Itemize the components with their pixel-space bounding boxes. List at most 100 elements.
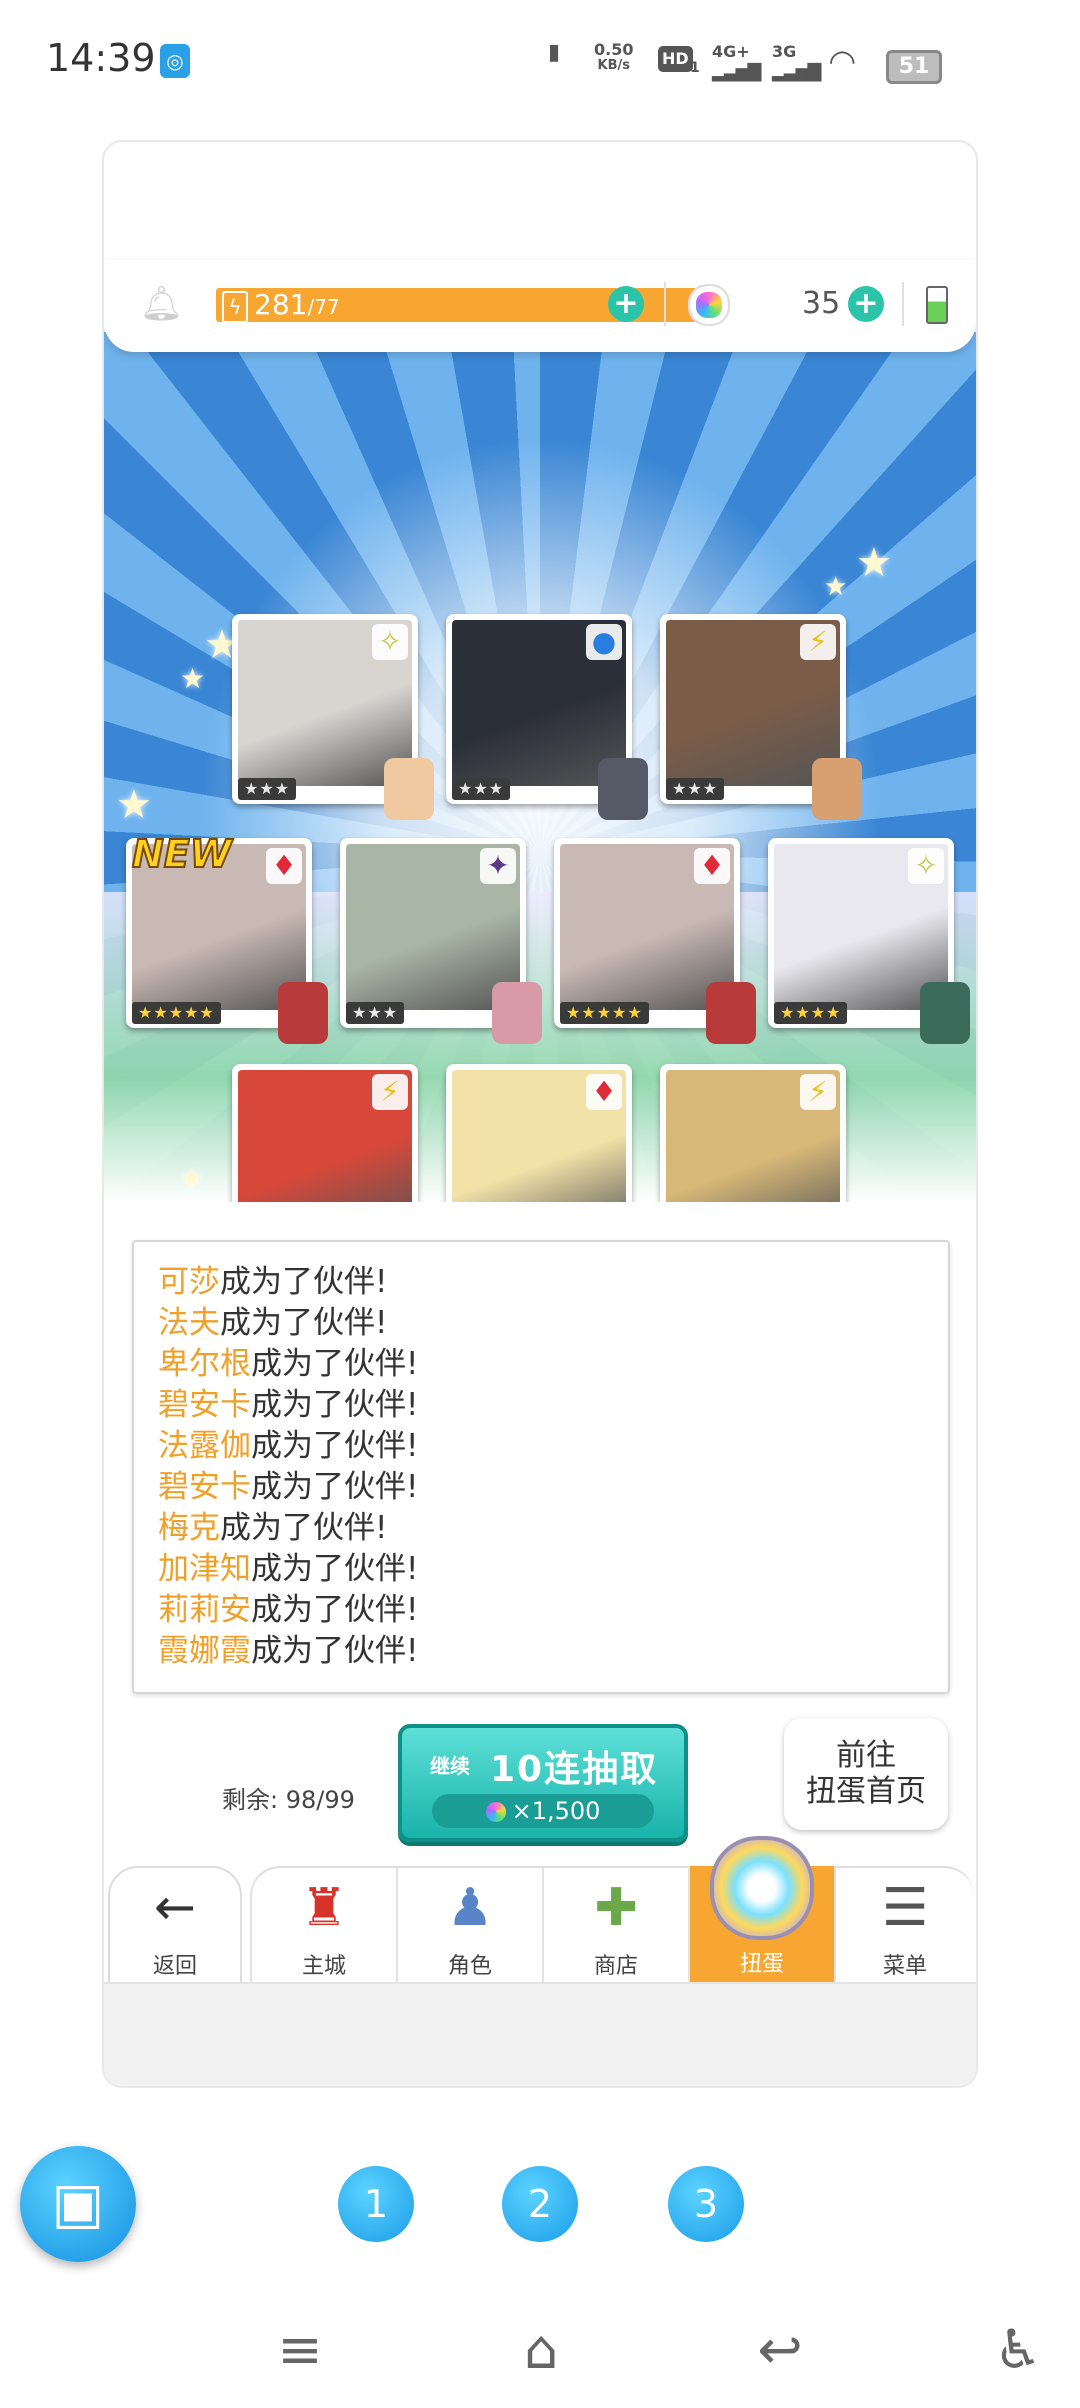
floating-cube-button[interactable]: ▣ <box>20 2146 136 2262</box>
add-stamina-button[interactable]: + <box>608 286 644 322</box>
nav-item-gacha[interactable]: 扭蛋 <box>688 1836 834 1986</box>
element-badge-icon: ♦ <box>586 1074 622 1110</box>
rainbow-gem-icon <box>688 284 730 326</box>
remaining-count: 剩余: 98/99 <box>222 1786 355 1814</box>
pull-cost: ×1,500 <box>432 1794 654 1828</box>
result-card[interactable]: ♦ ★★★★★ <box>554 838 756 1044</box>
frame-bottom-bar <box>104 1982 976 2086</box>
result-card[interactable]: ⚡ ★★★ <box>232 1064 418 1202</box>
back-button[interactable]: ← 返回 <box>108 1866 242 1990</box>
status-bar: 14:39 ◎ ▮ 0.50 KB/s HD 1 4G+ ▂▃▅▇ 3G ▂▃▅… <box>0 0 1080 120</box>
character-sprite <box>920 982 970 1044</box>
element-badge-icon: ✧ <box>372 624 408 660</box>
net-speed: 0.50 KB/s <box>594 40 634 74</box>
sparkle-star-icon: ★ <box>180 1164 204 1194</box>
result-log: 可莎成为了伙伴! 法夫成为了伙伴! 卑尔根成为了伙伴! 碧安卡成为了伙伴! 法露… <box>132 1240 950 1694</box>
wifi-icon: ◠ <box>830 42 855 80</box>
character-sprite <box>812 758 862 820</box>
nav-item-character[interactable]: ♟ 角色 <box>396 1866 542 1988</box>
element-badge-icon: ♦ <box>266 848 302 884</box>
result-card[interactable]: ⚡ ★★★★ <box>660 1064 846 1202</box>
accessibility-icon[interactable]: ♿︎ <box>988 2318 1048 2381</box>
log-entry: 法露伽成为了伙伴! <box>158 1428 419 1464</box>
element-badge-icon: ✦ <box>480 848 516 884</box>
log-entry: 梅克成为了伙伴! <box>158 1510 388 1546</box>
stamina-value: 281 <box>254 288 308 321</box>
menu-list-icon: ☰ <box>881 1878 929 1938</box>
gem-count: 35 <box>802 286 841 321</box>
character-sprite <box>278 982 328 1044</box>
signal-4g-icon: 4G+ ▂▃▅▇ <box>712 42 761 82</box>
page-button-3[interactable]: 3 <box>668 2166 744 2242</box>
nav-item-menu[interactable]: ☰ 菜单 <box>834 1866 974 1988</box>
element-badge-icon: ⚡ <box>800 1074 836 1110</box>
battery-icon: 51 <box>886 50 942 84</box>
result-card[interactable]: ♦ ★★★★★ NEW <box>126 831 328 1044</box>
recent-apps-icon[interactable]: ≡ <box>270 2318 330 2381</box>
nav-item-main-city[interactable]: ♜ 主城 <box>250 1866 396 1988</box>
back-arrow-icon: ← <box>154 1878 196 1936</box>
continue-label: 继续 <box>430 1754 470 1778</box>
rarity-stars: ★★★ <box>452 778 511 800</box>
rarity-stars: ★★★★★ <box>560 1002 649 1024</box>
character-sprite <box>384 758 434 820</box>
rarity-stars: ★★★★ <box>774 1002 848 1024</box>
result-card[interactable]: ✦ ★★★ <box>340 838 542 1044</box>
sparkle-star-icon: ★ <box>824 572 848 602</box>
log-entry: 碧安卡成为了伙伴! <box>158 1469 419 1505</box>
vibrate-icon: ▮ <box>548 40 561 65</box>
gacha-result-stage: ★ ★ ★ ★ ★ ★ ✧ ★★★ ● ★★★ ⚡ ★★★ ♦ ★★★★★ NE… <box>104 332 976 1202</box>
rarity-stars: ★★★ <box>238 778 297 800</box>
character-sprite <box>492 982 542 1044</box>
goto-gacha-home-button[interactable]: 前往 扭蛋首页 <box>784 1718 948 1830</box>
character-sprite <box>706 982 756 1044</box>
element-badge-icon: ♦ <box>694 848 730 884</box>
app-logo-icon: ◎ <box>160 44 190 78</box>
log-entry: 莉莉安成为了伙伴! <box>158 1592 419 1628</box>
element-badge-icon: ● <box>586 624 622 660</box>
nav-item-shop[interactable]: ✚ 商店 <box>542 1866 688 1988</box>
element-badge-icon: ✧ <box>908 848 944 884</box>
sparkle-star-icon: ★ <box>856 540 892 586</box>
new-tag: NEW <box>131 831 233 877</box>
device-battery-icon <box>926 286 948 324</box>
element-badge-icon: ⚡ <box>372 1074 408 1110</box>
bottom-nav: ← 返回 ♜ 主城 ♟ 角色 ✚ 商店 扭蛋 ☰ 菜单 <box>104 1836 976 1990</box>
result-card[interactable]: ✧ ★★★ <box>232 614 434 820</box>
result-card[interactable]: ● ★★★ <box>446 614 648 820</box>
page-button-1[interactable]: 1 <box>338 2166 414 2242</box>
log-entry: 可莎成为了伙伴! <box>158 1264 388 1300</box>
signal-3g-icon: 3G ▂▃▅▇ <box>772 42 821 82</box>
top-hud: 🔔︎ ϟ 281/77 + 35 + <box>104 260 976 352</box>
rarity-stars: ★★★ <box>346 1002 405 1024</box>
rarity-stars: ★★★★★ <box>132 1002 221 1024</box>
back-icon[interactable]: ↩ <box>748 2318 812 2381</box>
pull-label: 10连抽取 <box>490 1749 659 1790</box>
result-card[interactable]: ⚡ ★★★ <box>660 614 862 820</box>
clock: 14:39 <box>46 36 156 80</box>
result-card[interactable]: ✧ ★★★★ <box>768 838 970 1044</box>
home-icon[interactable]: ⌂ <box>506 2318 576 2381</box>
log-entry: 法夫成为了伙伴! <box>158 1305 388 1341</box>
divider <box>664 282 666 326</box>
hd-icon: HD <box>658 46 693 72</box>
gacha-machine-icon <box>710 1836 814 1940</box>
add-gems-button[interactable]: + <box>848 286 884 322</box>
divider <box>902 282 904 326</box>
rainbow-gem-icon <box>485 1802 506 1822</box>
game-frame: ★ ★ ★ ★ ★ ★ ✧ ★★★ ● ★★★ ⚡ ★★★ ♦ ★★★★★ NE… <box>104 142 976 2086</box>
log-entry: 霞娜霞成为了伙伴! <box>158 1633 419 1669</box>
sparkle-star-icon: ★ <box>116 782 152 828</box>
page-button-2[interactable]: 2 <box>502 2166 578 2242</box>
character-sprite <box>598 758 648 820</box>
log-entry: 加津知成为了伙伴! <box>158 1551 419 1587</box>
bell-icon[interactable]: 🔔︎ <box>140 284 183 324</box>
log-entry: 卑尔根成为了伙伴! <box>158 1346 419 1382</box>
sparkle-star-icon: ★ <box>180 662 206 695</box>
ten-pull-button[interactable]: 继续 10连抽取 ×1,500 <box>398 1724 688 1842</box>
result-card[interactable]: ♦ ★★★ <box>446 1064 632 1202</box>
stamina-max: /77 <box>307 295 340 319</box>
rarity-stars: ★★★ <box>666 778 725 800</box>
lightning-icon: ϟ <box>222 291 248 323</box>
log-entry: 碧安卡成为了伙伴! <box>158 1387 419 1423</box>
